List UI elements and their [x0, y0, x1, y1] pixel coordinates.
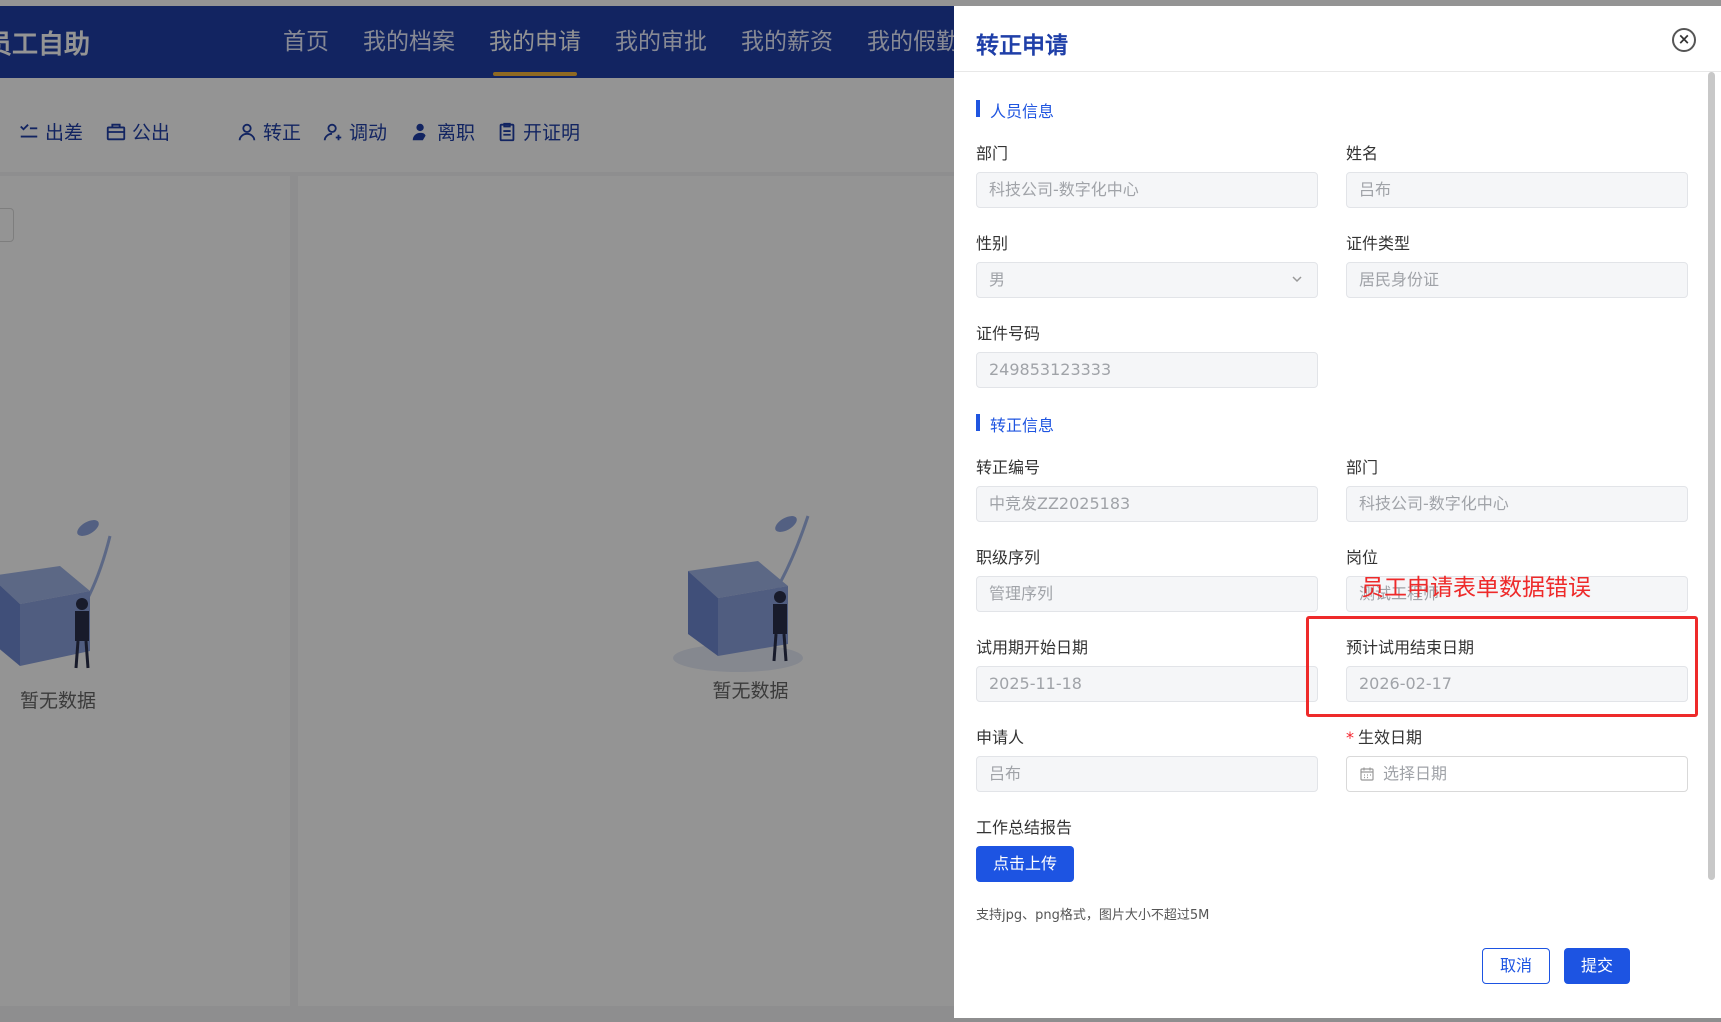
label-post: 岗位 — [1346, 548, 1379, 567]
calendar-icon — [1360, 767, 1374, 781]
gender-value: 男 — [989, 270, 1006, 289]
drawer-title: 转正申请 — [976, 33, 1068, 59]
error-annotation-text: 员工申请表单数据错误 — [1361, 575, 1591, 601]
probation-start-field[interactable]: 2025-11-18 — [976, 666, 1318, 702]
regularization-drawer: 转正申请 × 人员信息 部门 科技公司-数字化中心 姓名 吕布 性别 男 证件类… — [954, 6, 1721, 1018]
required-mark: * — [1346, 728, 1354, 747]
error-annotation-box — [1306, 616, 1698, 717]
rank-field[interactable]: 管理序列 — [976, 576, 1318, 612]
drawer-header: 转正申请 × — [954, 6, 1721, 72]
effective-date-picker[interactable]: 选择日期 — [1346, 756, 1688, 792]
chevron-down-icon — [1292, 276, 1302, 283]
close-icon[interactable]: × — [1672, 28, 1696, 52]
id-number-field[interactable]: 249853123333 — [976, 352, 1318, 388]
drawer-scrollbar[interactable] — [1708, 72, 1715, 880]
reg-number-field[interactable]: 中竞发ZZ2025183 — [976, 486, 1318, 522]
label-work-report: 工作总结报告 — [976, 818, 1073, 837]
cancel-button[interactable]: 取消 — [1482, 948, 1550, 984]
label-reg-dept: 部门 — [1346, 458, 1379, 477]
label-probation-start: 试用期开始日期 — [976, 638, 1089, 657]
upload-button[interactable]: 点击上传 — [976, 846, 1074, 882]
submit-button[interactable]: 提交 — [1564, 948, 1630, 984]
reg-dept-field[interactable]: 科技公司-数字化中心 — [1346, 486, 1688, 522]
label-rank: 职级序列 — [976, 548, 1041, 567]
label-id-number: 证件号码 — [976, 324, 1041, 343]
label-gender: 性别 — [976, 234, 1009, 253]
label-dept: 部门 — [976, 144, 1009, 163]
upload-hint: 支持jpg、png格式，图片大小不超过5M — [976, 908, 1210, 923]
label-id-type: 证件类型 — [1346, 234, 1411, 253]
applicant-field[interactable]: 吕布 — [976, 756, 1318, 792]
label-effective-date: * 生效日期 — [1346, 724, 1422, 748]
id-type-field[interactable]: 居民身份证 — [1346, 262, 1688, 298]
label-text: 生效日期 — [1358, 728, 1423, 747]
label-name: 姓名 — [1346, 144, 1379, 163]
label-reg-number: 转正编号 — [976, 458, 1041, 477]
effective-date-placeholder: 选择日期 — [1383, 764, 1448, 783]
section-regularization-info: 转正信息 — [976, 412, 1054, 436]
section-personnel-info: 人员信息 — [976, 98, 1054, 122]
name-field[interactable]: 吕布 — [1346, 172, 1688, 208]
gender-select[interactable]: 男 — [976, 262, 1318, 298]
dept-field[interactable]: 科技公司-数字化中心 — [976, 172, 1318, 208]
label-applicant: 申请人 — [976, 728, 1025, 747]
